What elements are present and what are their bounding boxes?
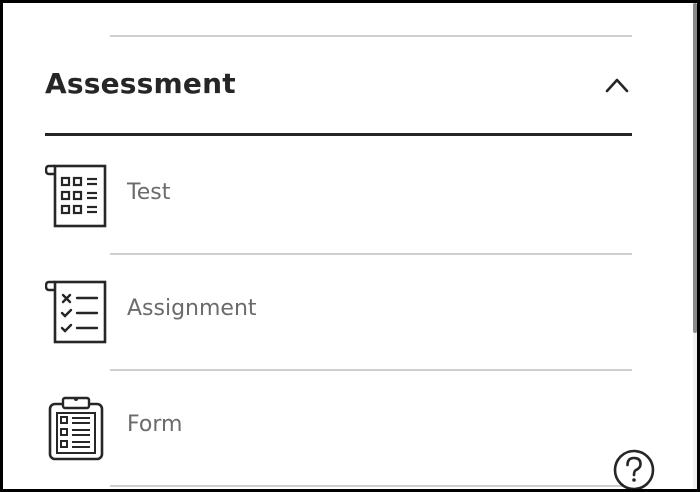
scrollbar[interactable] xyxy=(693,3,697,489)
scroll-thumb[interactable] xyxy=(693,3,697,333)
form-icon xyxy=(48,396,104,461)
test-icon xyxy=(45,164,107,228)
assignment-icon xyxy=(45,280,107,344)
item-divider xyxy=(110,253,632,255)
assessment-panel: Assessment Test Assignment Form xyxy=(0,0,700,492)
help-icon[interactable] xyxy=(612,448,656,492)
assessment-section-header[interactable]: Assessment xyxy=(45,55,632,136)
item-assignment[interactable]: Assignment xyxy=(45,271,632,349)
top-divider xyxy=(110,35,632,37)
item-test[interactable]: Test xyxy=(45,155,632,233)
item-divider xyxy=(110,369,632,371)
section-title: Assessment xyxy=(45,67,236,100)
item-test-label: Test xyxy=(127,180,171,205)
item-form-label: Form xyxy=(127,412,183,437)
item-assignment-label: Assignment xyxy=(127,296,257,321)
chevron-up-icon[interactable] xyxy=(604,73,630,99)
item-divider xyxy=(110,485,632,487)
item-form[interactable]: Form xyxy=(45,387,632,465)
